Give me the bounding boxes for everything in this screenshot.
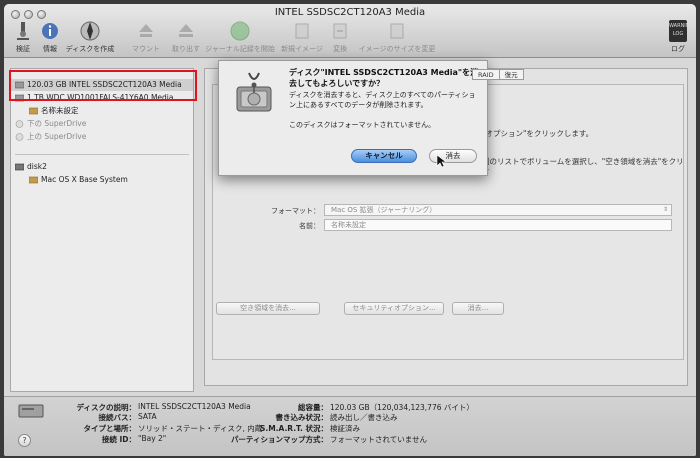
format-popup-value: Mac OS 拡張（ジャーナリング） xyxy=(331,206,437,214)
burn-button[interactable]: ディスクを作成 xyxy=(62,20,118,56)
sheet-message: ディスクを消去すると、ディスク上のすべてのパーティション上にあるすべてのデータが… xyxy=(289,91,476,109)
sidebar-item-disk2[interactable]: disk2 xyxy=(11,161,193,173)
type-location-label: タイプと場所： xyxy=(83,424,137,433)
mouse-cursor-icon xyxy=(436,154,446,168)
info-text-line2: 側のリストでボリュームを選択し、"空き領域を消去"をクリ xyxy=(482,157,684,166)
sidebar-item-lower-superdrive[interactable]: 下の SuperDrive xyxy=(11,118,193,130)
log-button[interactable]: WARNING LOG ログ xyxy=(668,20,693,54)
format-popup[interactable]: Mac OS 拡張（ジャーナリング） ⇕ xyxy=(324,204,672,216)
connection-bus-value: SATA xyxy=(138,412,157,421)
selection-highlight-annotation xyxy=(9,70,197,101)
resize-image-button[interactable]: イメージのサイズを変更 xyxy=(356,20,438,56)
burn-icon xyxy=(80,21,100,41)
info-icon xyxy=(42,23,58,39)
resize-image-icon xyxy=(390,23,404,39)
name-field-value: 名称未設定 xyxy=(331,221,366,229)
sidebar-item-base-system[interactable]: Mac OS X Base System xyxy=(11,174,193,186)
connection-id-value: "Bay 2" xyxy=(138,434,167,443)
write-status-value: 読み出し／書き込み xyxy=(330,413,398,422)
smart-status-value: 検証済み xyxy=(330,424,360,433)
partition-map-label: パーティションマップ方式： xyxy=(230,435,328,444)
microscope-icon xyxy=(17,22,29,40)
erase-button[interactable]: 消去... xyxy=(452,302,504,315)
name-field[interactable]: 名称未設定 xyxy=(324,219,672,231)
tab-bar-strip: RAID 復元 xyxy=(472,69,524,80)
sidebar-separator xyxy=(15,154,189,155)
eject-button[interactable]: 取り出す xyxy=(168,20,204,56)
journal-icon xyxy=(230,21,250,41)
optical-drive-icon xyxy=(15,120,24,128)
info-text-line1: "オプション"をクリックします。 xyxy=(482,129,594,138)
eject-icon xyxy=(179,24,193,37)
erase-free-space-button[interactable]: 空き領域を消去... xyxy=(216,302,320,315)
volume-icon xyxy=(29,107,38,115)
convert-icon xyxy=(333,23,347,39)
new-image-icon xyxy=(295,23,309,39)
disk-list: 120.03 GB INTEL SSDSC2CT120A3 Media 1 TB… xyxy=(10,68,194,392)
titlebar: INTEL SSDSC2CT120A3 Media 検証 情報 ディスクを作成 … xyxy=(4,4,696,58)
journal-button[interactable]: ジャーナル記録を開始 xyxy=(204,20,276,56)
sheet-title: ディスク"INTEL SSDSC2CT120A3 Media"を消去してもよろし… xyxy=(289,68,479,88)
popup-arrows-icon: ⇕ xyxy=(662,206,668,213)
help-button[interactable]: ? xyxy=(18,434,31,447)
info-button[interactable]: 情報 xyxy=(38,20,62,56)
disk-image-icon xyxy=(15,163,24,171)
connection-bus-label: 接続バス： xyxy=(98,413,137,422)
disk-utility-window: INTEL SSDSC2CT120A3 Media 検証 情報 ディスクを作成 … xyxy=(4,4,696,456)
log-icon: WARNING LOG xyxy=(669,20,693,42)
optical-drive-icon xyxy=(15,133,24,141)
tab-raid[interactable]: RAID xyxy=(472,69,500,80)
connection-id-label: 接続 ID： xyxy=(101,435,136,444)
partition-map-value: フォーマットされていません xyxy=(330,435,428,444)
sidebar-item-upper-superdrive[interactable]: 上の SuperDrive xyxy=(11,131,193,143)
cancel-button[interactable]: キャンセル xyxy=(351,149,417,163)
smart-status-label: S.M.A.R.T. 状況： xyxy=(259,424,328,433)
window-title: INTEL SSDSC2CT120A3 Media xyxy=(274,7,426,18)
internal-disk-icon xyxy=(18,404,44,418)
new-image-button[interactable]: 新規イメージ xyxy=(280,20,324,56)
format-label: フォーマット： xyxy=(271,207,320,215)
verify-button[interactable]: 検証 xyxy=(8,20,38,56)
erase-confirmation-sheet: ディスク"INTEL SSDSC2CT120A3 Media"を消去してもよろし… xyxy=(218,60,488,176)
tab-restore[interactable]: 復元 xyxy=(498,69,524,80)
sidebar-item-untitled-volume[interactable]: 名称未設定 xyxy=(11,105,193,117)
convert-button[interactable]: 変換 xyxy=(328,20,352,56)
mount-button[interactable]: マウント xyxy=(126,20,166,56)
disk-info-bar: ディスクの説明： INTEL SSDSC2CT120A3 Media 接続バス：… xyxy=(4,396,696,456)
name-label: 名前： xyxy=(299,222,320,230)
disk-utility-icon xyxy=(236,72,272,112)
sheet-message-unformatted: このディスクはフォーマットされていません。 xyxy=(289,121,436,129)
volume-icon xyxy=(29,176,38,184)
mount-icon xyxy=(139,24,153,37)
write-status-label: 書き込み状況： xyxy=(275,413,329,422)
security-options-button[interactable]: セキュリティオプション... xyxy=(344,302,444,315)
